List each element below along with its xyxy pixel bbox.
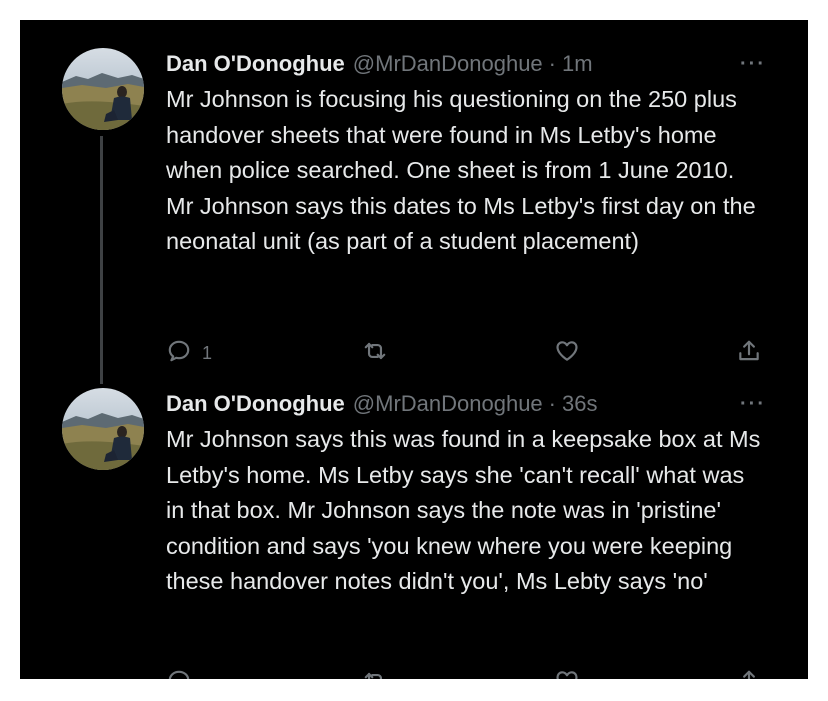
avatar[interactable] <box>62 388 144 470</box>
share-button[interactable] <box>736 338 762 369</box>
more-options-icon[interactable]: ··· <box>736 390 770 418</box>
tweet-actions <box>166 668 776 679</box>
tweet-text: Mr Johnson says this was found in a keep… <box>166 426 761 594</box>
share-upload-icon <box>736 338 762 369</box>
author-name[interactable]: Dan O'Donoghue <box>166 391 345 417</box>
reply-bubble-icon <box>166 668 192 679</box>
avatar[interactable] <box>62 48 144 130</box>
author-handle[interactable]: @MrDanDonoghue <box>353 391 543 417</box>
tweet-header: Dan O'Donoghue @MrDanDonoghue · 36s ··· <box>166 388 766 420</box>
like-button[interactable] <box>554 668 580 679</box>
share-upload-icon <box>736 668 762 679</box>
retweet-button[interactable] <box>362 668 388 679</box>
retweet-icon <box>362 668 388 679</box>
tweet-header: Dan O'Donoghue @MrDanDonoghue · 1m ··· <box>166 48 766 80</box>
like-button[interactable] <box>554 338 580 369</box>
author-name[interactable]: Dan O'Donoghue <box>166 51 345 77</box>
retweet-button[interactable] <box>362 338 388 369</box>
timestamp[interactable]: 36s <box>562 391 597 417</box>
thread-connector-line <box>100 136 103 384</box>
tweet-text: Mr Johnson is focusing his questioning o… <box>166 86 756 254</box>
share-button[interactable] <box>736 668 762 679</box>
timeline-panel: Dan O'Donoghue @MrDanDonoghue · 1m ··· M… <box>20 20 808 679</box>
reply-count: 1 <box>202 343 213 363</box>
separator-dot: · <box>548 391 556 416</box>
tweet-actions: 1 <box>166 338 776 368</box>
author-handle[interactable]: @MrDanDonoghue <box>353 51 543 77</box>
reply-bubble-icon <box>166 338 192 369</box>
reply-button[interactable]: 1 <box>166 338 212 369</box>
reply-button[interactable] <box>166 668 192 679</box>
timestamp[interactable]: 1m <box>562 51 593 77</box>
more-options-icon[interactable]: ··· <box>736 50 770 78</box>
tweet-content: Dan O'Donoghue @MrDanDonoghue · 36s ··· … <box>166 388 766 600</box>
tweet-content: Dan O'Donoghue @MrDanDonoghue · 1m ··· M… <box>166 48 766 363</box>
heart-icon <box>554 668 580 679</box>
heart-icon <box>554 338 580 369</box>
separator-dot: · <box>548 51 556 76</box>
retweet-icon <box>362 338 388 369</box>
